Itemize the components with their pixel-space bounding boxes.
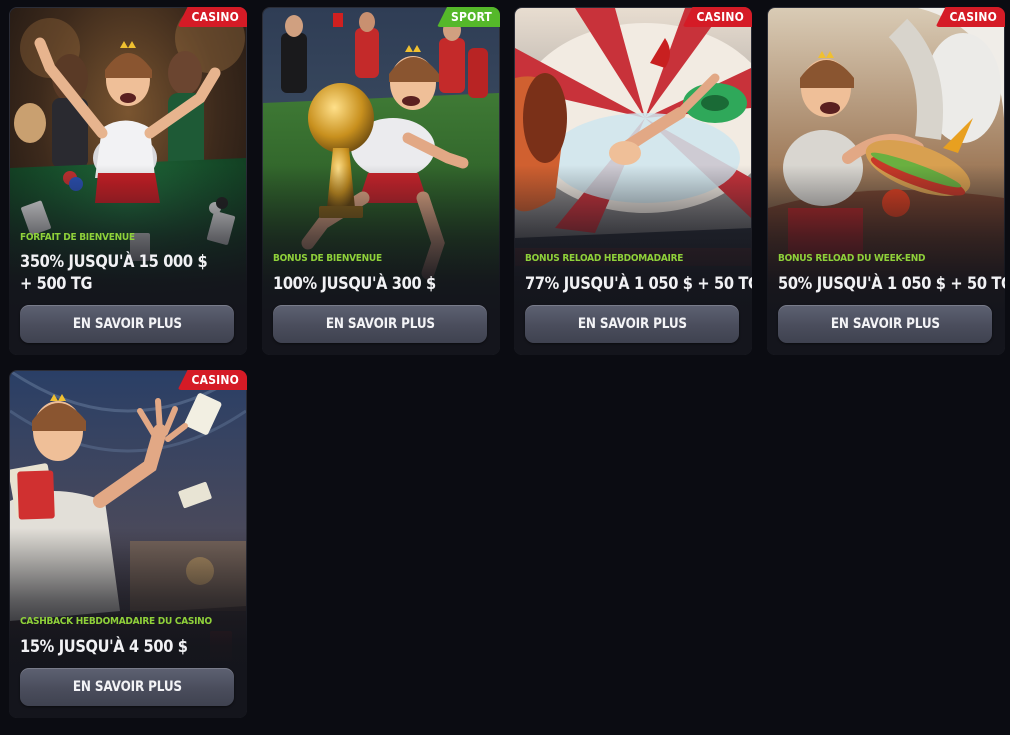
category-badge-casino: CASINO [935, 7, 1005, 27]
promo-subtitle: FORFAIT DE BIENVENUE [20, 232, 135, 243]
promo-offer: 15% JUSQU'À 4 500 $ [20, 637, 188, 657]
promo-card-welcome-casino[interactable]: CASINO FORFAIT DE BIENVENUE 350% JUSQU'À… [9, 7, 247, 355]
promo-subtitle: BONUS DE BIENVENUE [273, 253, 382, 264]
promo-card-weekend-reload[interactable]: CASINO BONUS RELOAD DU WEEK-END 50% JUSQ… [767, 7, 1005, 355]
learn-more-button[interactable]: EN SAVOIR PLUS [778, 305, 992, 343]
category-badge-sport: SPORT [436, 7, 500, 27]
promo-offer: 77% JUSQU'À 1 050 $ + 50 TG [525, 274, 752, 294]
learn-more-label: EN SAVOIR PLUS [325, 316, 435, 332]
promo-offer-extra: + 500 TG [20, 274, 93, 294]
category-badge-casino: CASINO [177, 7, 247, 27]
promo-card-weekly-reload[interactable]: CASINO BONUS RELOAD HEBDOMADAIRE 77% JUS… [514, 7, 752, 355]
promo-subtitle: BONUS RELOAD HEBDOMADAIRE [525, 253, 684, 264]
promo-card-weekly-cashback[interactable]: CASINO CASHBACK HEBDOMADAIRE DU CASINO 1… [9, 370, 247, 718]
promo-card-welcome-sport[interactable]: SPORT BONUS DE BIENVENUE 100% JUSQU'À 30… [262, 7, 500, 355]
learn-more-label: EN SAVOIR PLUS [830, 316, 940, 332]
learn-more-label: EN SAVOIR PLUS [577, 316, 687, 332]
learn-more-label: EN SAVOIR PLUS [72, 316, 182, 332]
learn-more-button[interactable]: EN SAVOIR PLUS [20, 305, 234, 343]
promo-subtitle: CASHBACK HEBDOMADAIRE DU CASINO [20, 616, 212, 627]
promo-offer: 350% JUSQU'À 15 000 $ [20, 252, 208, 272]
learn-more-button[interactable]: EN SAVOIR PLUS [20, 668, 234, 706]
promo-offer: 50% JUSQU'À 1 050 $ + 50 TG [778, 274, 1005, 294]
learn-more-label: EN SAVOIR PLUS [72, 679, 182, 695]
category-badge-casino: CASINO [682, 7, 752, 27]
promo-offer: 100% JUSQU'À 300 $ [273, 274, 436, 294]
category-badge-casino: CASINO [177, 370, 247, 390]
learn-more-button[interactable]: EN SAVOIR PLUS [525, 305, 739, 343]
promotions-grid: CASINO FORFAIT DE BIENVENUE 350% JUSQU'À… [0, 0, 1010, 735]
learn-more-button[interactable]: EN SAVOIR PLUS [273, 305, 487, 343]
promo-subtitle: BONUS RELOAD DU WEEK-END [778, 253, 926, 264]
